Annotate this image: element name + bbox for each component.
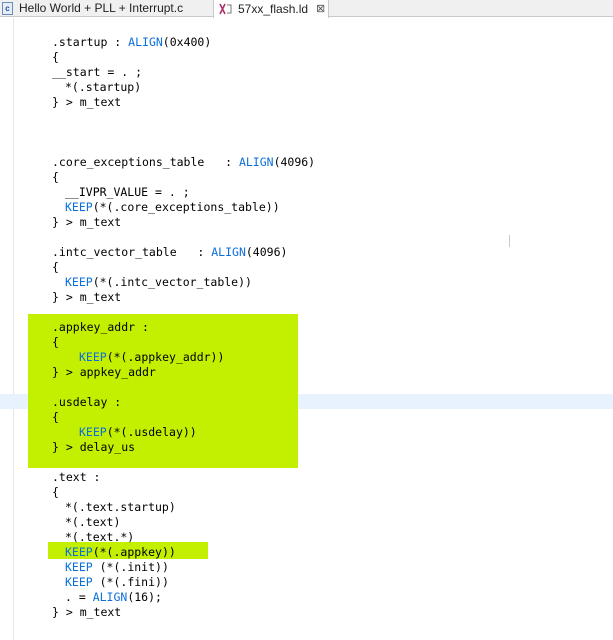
code-line: { <box>52 170 59 184</box>
tab-hello-world-c[interactable]: c Hello World + PLL + Interrupt.c <box>0 0 212 17</box>
code-line: KEEP(*(.appkey)) <box>65 545 176 559</box>
code-line: { <box>52 485 59 499</box>
code-line: } > m_text <box>52 215 122 229</box>
editor-gutter <box>13 18 14 640</box>
code-line: { <box>52 335 59 349</box>
code-line: } > appkey_addr <box>52 365 156 379</box>
code-line: .startup : ALIGN(0x400) <box>52 35 212 49</box>
code-line: KEEP(*(.core_exceptions_table)) <box>65 200 280 214</box>
code-line: } > delay_us <box>52 440 136 454</box>
linker-file-icon <box>219 3 232 15</box>
code-line: KEEP (*(.fini)) <box>65 575 169 589</box>
code-line: { <box>52 50 59 64</box>
code-line: *(.text) <box>65 515 121 529</box>
code-line: __IVPR_VALUE = . ; <box>65 185 190 199</box>
tab-57xx-flash-ld[interactable]: 57xx_flash.ld ⊠ <box>213 0 329 18</box>
tab-label: Hello World + PLL + Interrupt.c <box>19 1 184 15</box>
code-line: { <box>52 410 59 424</box>
code-line: } > m_text <box>52 605 122 619</box>
code-editor[interactable]: .startup : ALIGN(0x400) { __start = . ; … <box>0 18 613 640</box>
code-line: KEEP(*(.intc_vector_table)) <box>65 275 252 289</box>
code-line: __start = . ; <box>52 65 143 79</box>
code-line: KEEP (*(.init)) <box>65 560 169 574</box>
code-line: { <box>52 260 59 274</box>
code-line: .text : <box>52 470 101 484</box>
c-file-icon: c <box>2 2 13 15</box>
code-line: . = ALIGN(16); <box>65 590 162 604</box>
code-line: } > m_text <box>52 290 122 304</box>
code-line: KEEP(*(.appkey_addr)) <box>79 350 225 364</box>
close-tab-icon[interactable]: ⊠ <box>316 2 325 17</box>
code-line: .intc_vector_table : ALIGN(4096) <box>52 245 288 259</box>
code-line: *(.text.*) <box>65 530 135 544</box>
code-line: } > m_text <box>52 95 122 109</box>
editor-tab-bar: c Hello World + PLL + Interrupt.c 57xx_f… <box>0 0 613 18</box>
code-line: *(.text.startup) <box>65 500 176 514</box>
tab-label: 57xx_flash.ld <box>238 1 309 16</box>
code-line: KEEP(*(.usdelay)) <box>79 425 197 439</box>
code-line: *(.startup) <box>65 80 142 94</box>
text-cursor-ibeam <box>509 235 510 247</box>
code-line: .usdelay : <box>52 395 122 409</box>
code-line: .appkey_addr : <box>52 320 149 334</box>
code-line: .core_exceptions_table : ALIGN(4096) <box>52 155 316 169</box>
